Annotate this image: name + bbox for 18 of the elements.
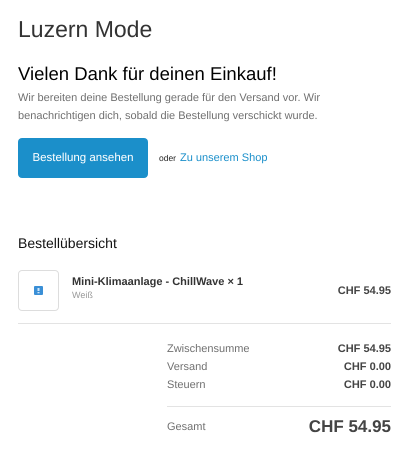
shop-name: Luzern Mode <box>18 15 154 44</box>
total-value: CHF 54.95 <box>308 417 391 437</box>
total-label: Gesamt <box>167 421 206 433</box>
product-name: Mini-Klimaanlage - ChillWave × 1 <box>72 276 244 288</box>
view-order-button[interactable]: Bestellung ansehen <box>18 138 148 178</box>
shop-link[interactable]: Zu unserem Shop <box>180 152 268 164</box>
summary-label: Zwischensumme <box>167 342 250 357</box>
confirmation-message: Wir bereiten deine Bestellung gerade für den Versand vor. Wir benachrichtigen dich, sobald die Bestellung verschickt wurde. <box>18 91 322 124</box>
summary-value: CHF 54.95 <box>338 342 391 357</box>
summary-label: Versand <box>167 360 208 375</box>
summary-value: CHF 0.00 <box>344 378 391 393</box>
thank-you-heading: Vielen Dank für deinen Einkauf! <box>18 62 278 86</box>
order-summary-title: Bestellübersicht <box>18 234 118 252</box>
summary-label: Steuern <box>167 378 206 393</box>
summary-value: CHF 0.00 <box>344 360 391 375</box>
product-variant: Weiß <box>72 290 94 300</box>
or-label: oder <box>159 153 176 163</box>
product-price: CHF 54.95 <box>338 284 391 296</box>
